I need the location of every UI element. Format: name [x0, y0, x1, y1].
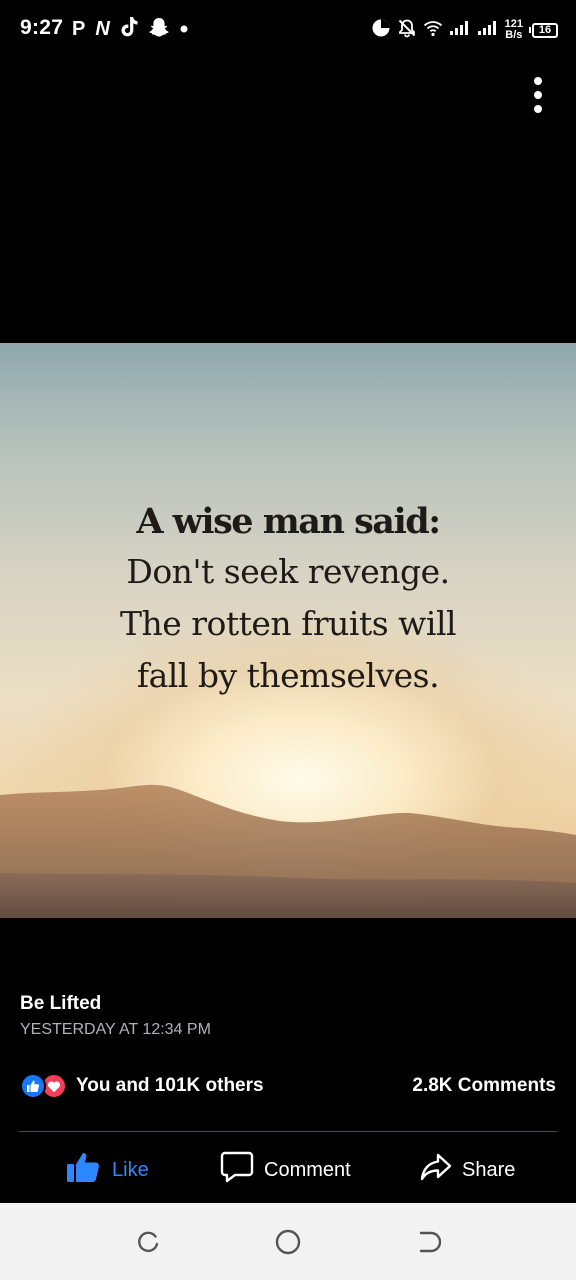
quote-line: Don't seek revenge.: [126, 552, 450, 591]
post-author[interactable]: Be Lifted: [20, 993, 101, 1015]
post-action-bar: Like Comment Share: [0, 1140, 576, 1200]
signal-icon: [449, 20, 471, 41]
recent-apps-button[interactable]: [133, 1227, 163, 1257]
reactions-summary[interactable]: You and 101K others: [20, 1073, 264, 1099]
snapchat-icon: [148, 16, 170, 43]
system-status-icons: 121 B/s 16: [371, 15, 558, 45]
network-speed: 121 B/s: [505, 19, 523, 41]
comment-label: Comment: [264, 1158, 351, 1181]
home-icon: [275, 1229, 301, 1255]
back-button[interactable]: [413, 1227, 443, 1257]
n-app-icon: N: [95, 18, 110, 40]
share-label: Share: [462, 1158, 516, 1181]
like-button[interactable]: Like: [66, 1150, 149, 1190]
like-reaction-icon: [20, 1073, 46, 1099]
comment-icon: [220, 1151, 254, 1189]
post-image[interactable]: A wise man said: Don't seek revenge. The…: [0, 343, 576, 918]
signal-icon: [477, 20, 499, 41]
divider: [19, 1131, 557, 1132]
system-navigation-bar: [0, 1203, 576, 1280]
recent-apps-icon: [138, 1231, 159, 1253]
wifi-icon: [423, 19, 443, 42]
reactions-text: You and 101K others: [76, 1075, 264, 1096]
more-options-icon[interactable]: [522, 74, 554, 116]
quote-line: The rotten fruits will: [119, 604, 457, 643]
quote-text: A wise man said: Don't seek revenge. The…: [0, 498, 576, 702]
quote-line: fall by themselves.: [136, 656, 440, 695]
tiktok-icon: [120, 16, 138, 43]
status-time: 9:27: [20, 16, 64, 39]
share-arrow-icon: [420, 1152, 452, 1188]
share-button[interactable]: Share: [420, 1150, 515, 1190]
like-label: Like: [112, 1158, 149, 1181]
p-app-icon: P: [72, 18, 86, 40]
quote-heading: A wise man said:: [136, 501, 441, 542]
home-button[interactable]: [273, 1227, 303, 1257]
comments-count[interactable]: 2.8K Comments: [412, 1075, 556, 1097]
status-bar: 9:27 P N 121 B/s 16: [0, 0, 576, 60]
mute-icon: [397, 18, 417, 43]
notification-icons: P N: [72, 15, 188, 43]
battery-icon: 16: [529, 22, 558, 38]
data-saver-icon: [371, 18, 391, 43]
back-icon: [419, 1231, 441, 1253]
battery-level: 16: [532, 22, 558, 38]
comment-button[interactable]: Comment: [220, 1150, 351, 1190]
post-timestamp[interactable]: YESTERDAY AT 12:34 PM: [20, 1021, 211, 1039]
dot-icon: [180, 20, 188, 38]
thumbs-up-icon: [66, 1151, 102, 1189]
network-speed-unit: B/s: [505, 29, 523, 41]
